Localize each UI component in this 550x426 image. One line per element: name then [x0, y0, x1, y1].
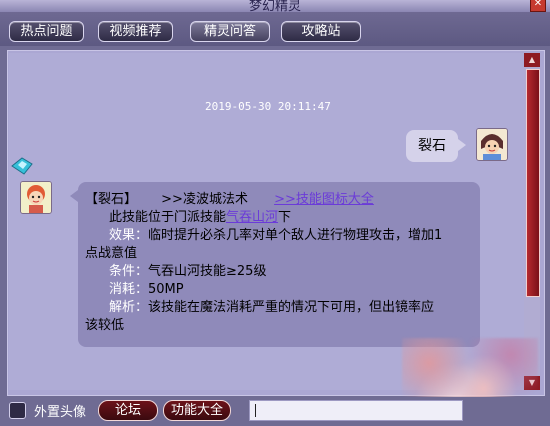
bot-line-condition: 条件：气吞山河技能≥25级 — [109, 262, 266, 282]
scroll-up-icon[interactable]: ▲ — [524, 53, 540, 67]
bot-line-cost: 消耗：50MP — [109, 280, 184, 300]
intro-prefix: 此技能位于门派技能 — [109, 210, 227, 225]
external-avatar-label: 外置头像 — [34, 405, 87, 420]
external-avatar-checkbox[interactable] — [9, 402, 26, 419]
tab-video-recommend[interactable]: 视频推荐 — [98, 21, 173, 42]
bot-message-bubble: 【裂石】 >>凌波城法术 >>技能图标大全 此技能位于门派技能气吞山河下 效果：… — [70, 182, 480, 347]
window-title: 梦幻精灵 — [248, 0, 301, 12]
spirit-portrait-icon — [21, 182, 51, 213]
effect-label: 效果： — [109, 228, 149, 243]
spirit-gem-icon — [10, 156, 34, 176]
analysis-label: 解析： — [109, 300, 149, 315]
close-icon[interactable]: ✕ — [530, 0, 546, 12]
cost-text: 50MP — [148, 282, 184, 297]
title-bar: 梦幻精灵 ✕ — [0, 0, 550, 12]
scroll-thumb[interactable] — [526, 69, 540, 297]
skill-heading: 【裂石】 — [85, 192, 138, 207]
user-avatar — [476, 128, 508, 161]
bot-line-analysis: 解析：该技能在魔法消耗严重的情况下可用，但出镜率应 — [109, 298, 434, 318]
text-cursor — [255, 404, 256, 417]
bot-line-effect-cont: 点战意值 — [85, 244, 137, 264]
effect-text-2: 点战意值 — [85, 246, 138, 261]
bot-line-effect: 效果：临时提升必杀几率对单个敌人进行物理攻击，增加1 — [109, 226, 442, 246]
analysis-text-2: 该较低 — [85, 318, 125, 333]
skill-icons-link[interactable]: >>技能图标大全 — [274, 192, 374, 207]
effect-text-1: 临时提升必杀几率对单个敌人进行物理攻击，增加1 — [148, 228, 443, 243]
tab-bar: 热点问题 视频推荐 精灵问答 攻略站 — [0, 12, 550, 46]
analysis-text-1: 该技能在魔法消耗严重的情况下可用，但出镜率应 — [148, 300, 435, 315]
cost-label: 消耗： — [109, 282, 149, 297]
user-message-bubble: 裂石 — [406, 130, 466, 162]
bot-line-analysis-cont: 该较低 — [85, 316, 124, 336]
user-portrait-icon — [477, 129, 507, 160]
condition-text: 气吞山河技能≥25级 — [148, 264, 267, 279]
school-skill-link[interactable]: 气吞山河 — [226, 210, 278, 225]
intro-suffix: 下 — [278, 210, 292, 225]
condition-label: 条件： — [109, 264, 149, 279]
chat-input[interactable] — [249, 400, 463, 421]
bot-line-header: 【裂石】 >>凌波城法术 >>技能图标大全 — [85, 190, 374, 210]
message-timestamp: 2019-05-30 20:11:47 — [205, 100, 331, 113]
school-link[interactable]: >>凌波城法术 — [161, 192, 248, 207]
forum-button[interactable]: 论坛 — [98, 400, 158, 421]
tab-guide-site[interactable]: 攻略站 — [281, 21, 361, 42]
tab-hot-questions[interactable]: 热点问题 — [9, 21, 84, 42]
bottom-bar: 外置头像 论坛 功能大全 — [0, 397, 550, 426]
features-button[interactable]: 功能大全 — [163, 400, 231, 421]
spirit-avatar — [20, 181, 52, 214]
bot-line-intro: 此技能位于门派技能气吞山河下 — [109, 208, 291, 228]
tab-spirit-qa[interactable]: 精灵问答 — [190, 21, 270, 42]
